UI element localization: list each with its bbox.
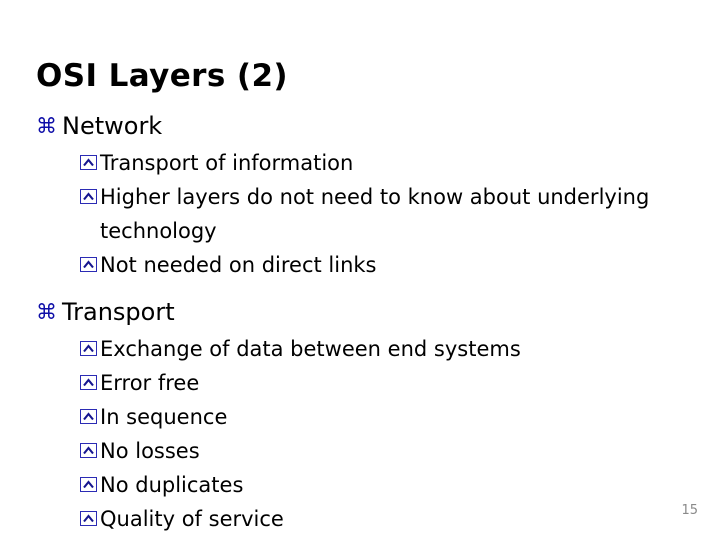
list-item: Higher layers do not need to know about … [36,180,684,248]
list-item-label: No duplicates [100,473,244,497]
list-item-label: Transport of information [100,151,354,175]
list-item-label: Exchange of data between end systems [100,337,521,361]
list-item: Exchange of data between end systems [36,332,684,366]
outline-heading-label: Transport [62,298,175,326]
square-caret-bullet-icon [80,409,97,424]
list-item: Quality of service [36,502,684,536]
list-item: Transport of information [36,146,684,180]
outline-sublist: Exchange of data between end systems Err… [36,332,684,536]
list-item-label: Quality of service [100,507,284,531]
list-item-label: Error free [100,371,200,395]
square-caret-bullet-icon [80,341,97,356]
square-caret-bullet-icon [80,189,97,204]
outline-sublist: Transport of information Higher layers d… [36,146,684,282]
list-item: No duplicates [36,468,684,502]
list-item-label: Not needed on direct links [100,253,377,277]
list-item-label: No losses [100,439,200,463]
page-number: 15 [681,503,698,518]
square-caret-bullet-icon [80,443,97,458]
outline-heading: ⌘ Network [36,110,684,142]
list-item: In sequence [36,400,684,434]
list-item-label: In sequence [100,405,228,429]
outline-heading: ⌘ Transport [36,296,684,328]
list-item: No losses [36,434,684,468]
square-caret-bullet-icon [80,375,97,390]
page-title: OSI Layers (2) [36,58,288,94]
square-caret-bullet-icon [80,257,97,272]
square-caret-bullet-icon [80,511,97,526]
square-caret-bullet-icon [80,155,97,170]
command-bullet-icon: ⌘ [36,300,57,324]
square-caret-bullet-icon [80,477,97,492]
command-bullet-icon: ⌘ [36,114,57,138]
outline-heading-label: Network [62,112,163,140]
list-item: Not needed on direct links [36,248,684,282]
slide: OSI Layers (2) ⌘ Network Transport of in… [0,0,720,540]
slide-body: ⌘ Network Transport of information Highe… [36,110,684,536]
list-item: Error free [36,366,684,400]
list-item-label: Higher layers do not need to know about … [100,185,650,243]
